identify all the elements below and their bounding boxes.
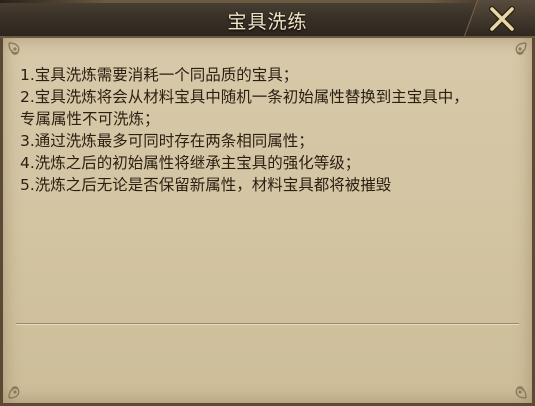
- rules-list: 1.宝具洗炼需要消耗一个同品质的宝具； 2.宝具洗炼将会从材料宝具中随机一条初始…: [20, 64, 520, 196]
- corner-ornament-icon: [499, 371, 529, 401]
- rules-panel: 1.宝具洗炼需要消耗一个同品质的宝具； 2.宝具洗炼将会从材料宝具中随机一条初始…: [0, 38, 535, 406]
- rule-line: 专属属性不可洗炼；: [20, 110, 160, 128]
- rule-line: 4.洗炼之后的初始属性将继承主宝具的强化等级；: [20, 154, 361, 172]
- rule-line: 3.通过洗炼最多可同时存在两条相同属性；: [20, 132, 314, 150]
- wash-dialog: 宝具洗练 1.宝具洗炼需要消耗一个同品质的宝具； 2.宝具洗炼将会从材料宝具中随…: [0, 0, 535, 406]
- dialog-title-bar: 宝具洗练: [0, 0, 535, 38]
- close-button[interactable]: [487, 4, 517, 34]
- dialog-title: 宝具洗练: [227, 11, 308, 33]
- close-x-icon: [489, 6, 515, 32]
- divider: [16, 323, 519, 324]
- rule-line: 1.宝具洗炼需要消耗一个同品质的宝具；: [20, 66, 299, 84]
- rule-line: 2.宝具洗炼将会从材料宝具中随机一条初始属性替换到主宝具中，: [20, 88, 469, 106]
- rule-line: 5.洗炼之后无论是否保留新属性，材料宝具都将被摧毁: [20, 176, 392, 194]
- corner-ornament-icon: [6, 371, 36, 401]
